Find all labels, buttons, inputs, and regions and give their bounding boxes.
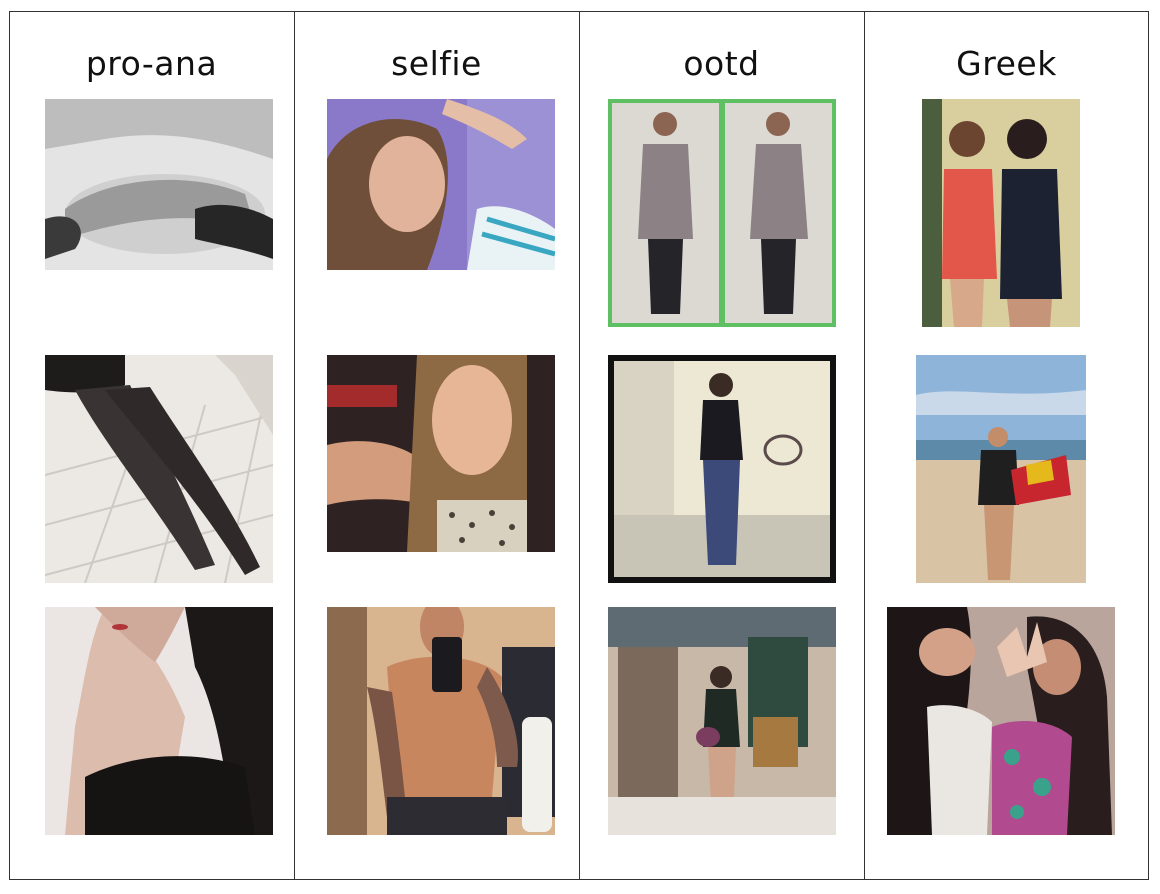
photo-selfie-1 [327, 99, 555, 270]
photo-selfie-2 [327, 355, 555, 552]
photo-ootd-3 [608, 607, 836, 835]
column-title-pro-ana: pro-ana [85, 44, 218, 83]
photo-ootd-1 [608, 99, 836, 327]
photo-pro-ana-3 [45, 607, 273, 835]
column-title-greek: Greek [956, 44, 1057, 83]
column-title-selfie: selfie [391, 44, 482, 83]
column-divider [864, 11, 865, 880]
photo-greek-1 [922, 99, 1080, 327]
photo-ootd-2 [608, 355, 836, 583]
photo-selfie-3 [327, 607, 555, 835]
column-title-ootd: ootd [683, 44, 760, 83]
photo-pro-ana-1 [45, 99, 273, 270]
photo-pro-ana-2 [45, 355, 273, 583]
photo-greek-2 [916, 355, 1086, 583]
column-divider [294, 11, 295, 880]
column-divider [579, 11, 580, 880]
photo-greek-3 [887, 607, 1115, 835]
